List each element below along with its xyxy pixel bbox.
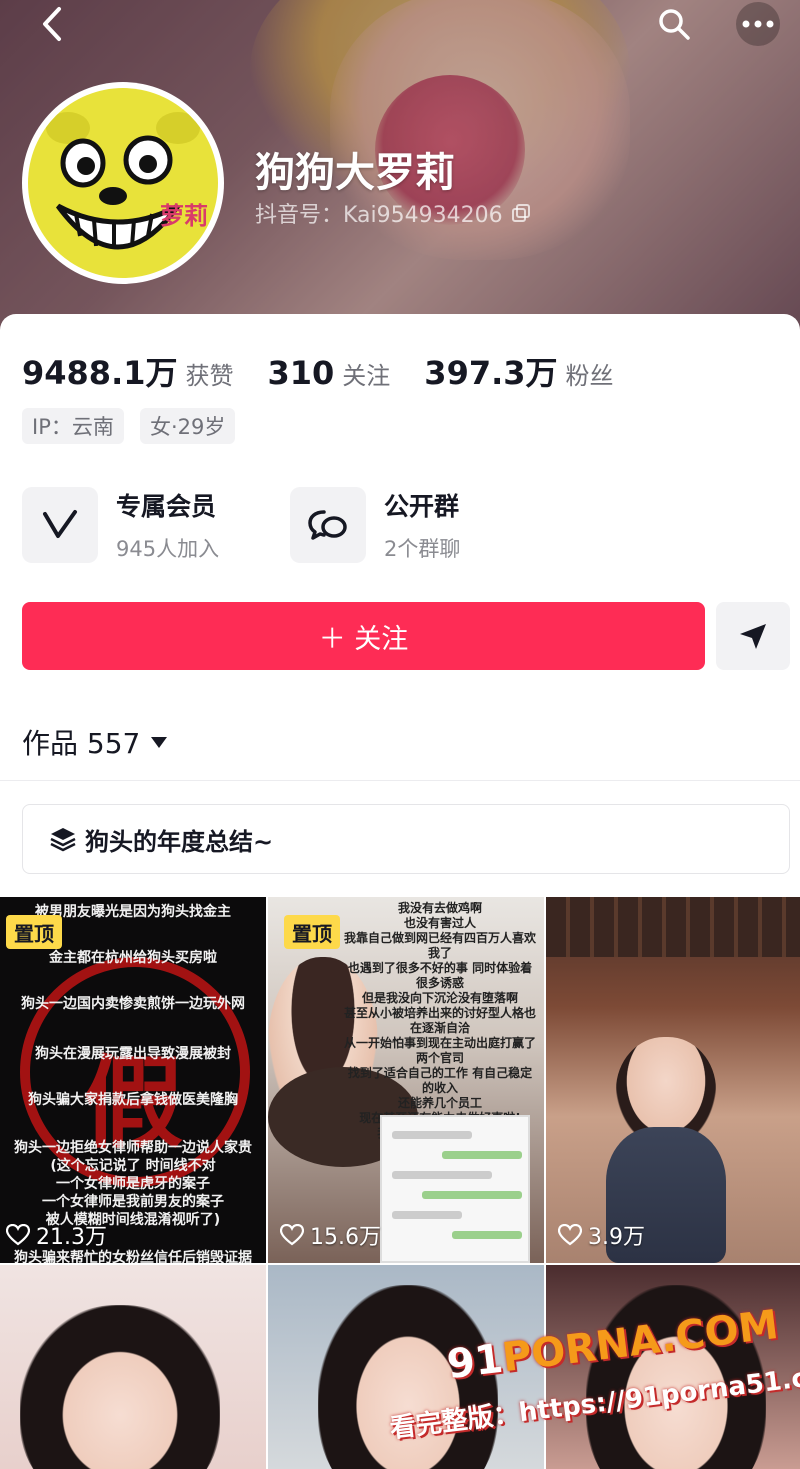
- group-sub: 2个群聊: [384, 537, 461, 561]
- wall-decor: [546, 897, 800, 957]
- stats-row: 9488.1万 获赞 310 关注 397.3万 粉丝: [22, 348, 648, 394]
- tile-caption: 我靠自己做到网已经有四百万人喜欢我了: [343, 931, 536, 960]
- group-icon-box: [290, 487, 366, 563]
- copy-icon[interactable]: [511, 203, 531, 223]
- membership-entry[interactable]: 专属会员 945人加入: [22, 486, 219, 564]
- tile-caption: 狗头一边国内卖惨卖煎饼一边玩外网: [21, 996, 245, 1012]
- works-tab[interactable]: 作品 557: [22, 722, 168, 762]
- tile-caption: 狗头一边拒绝女律师帮助一边说人家贵: [14, 1140, 252, 1156]
- membership-sub: 945人加入: [116, 537, 220, 561]
- video-tile[interactable]: 我没有去做鸡啊 也没有害过人 我靠自己做到网已经有四百万人喜欢我了 也遇到了很多…: [268, 897, 544, 1263]
- chat-bubbles-icon: [308, 510, 347, 540]
- back-button[interactable]: [30, 2, 74, 46]
- tile-caption: 也遇到了很多不好的事 同时体验着很多诱惑: [347, 961, 533, 990]
- share-button[interactable]: [716, 602, 790, 670]
- tile-caption: 一个女律师是虎牙的案子: [56, 1176, 210, 1192]
- collection-title: 狗头的年度总结~: [85, 827, 274, 856]
- tile-caption: 也没有害过人: [403, 916, 476, 930]
- following-count[interactable]: 310: [268, 354, 335, 392]
- search-icon: [659, 9, 690, 40]
- search-button[interactable]: [652, 2, 696, 46]
- tile-caption: (这个忘记说了 时间线不对: [50, 1158, 216, 1174]
- caret-down-icon: [151, 737, 168, 748]
- doge-meme-icon: [46, 112, 200, 250]
- v-icon: [43, 510, 77, 538]
- layers-icon: [50, 828, 76, 852]
- tile-caption: 从一开始怕事到现在主动出庭打赢了两个官司: [343, 1036, 536, 1065]
- avatar-tag: 萝莉: [160, 202, 208, 230]
- collection-card[interactable]: 狗头的年度总结~: [22, 804, 790, 874]
- video-tile[interactable]: 3.9万: [546, 897, 800, 1263]
- heart-icon: [6, 1224, 30, 1246]
- more-dots-icon: [742, 20, 774, 28]
- heart-icon: [280, 1224, 304, 1246]
- likes-count-text: 3.9万: [588, 1225, 645, 1250]
- tile-caption: 甚至从小被培养出来的讨好型人格也在逐渐自洽: [343, 1006, 536, 1035]
- works-label: 作品 557: [22, 727, 141, 760]
- likes-label: 获赞: [185, 362, 234, 390]
- douyin-id-text: 抖音号：Kai954934206: [255, 203, 503, 228]
- chat-screenshot: [380, 1115, 530, 1263]
- avatar[interactable]: 萝莉: [22, 82, 224, 284]
- douyin-id-row[interactable]: 抖音号：Kai954934206: [255, 197, 531, 229]
- likes-count-text: 15.6万: [310, 1225, 381, 1250]
- video-tile[interactable]: 假 被男朋友曝光是因为狗头找金主 金主都在杭州给狗头买房啦 狗头一边国内卖惨卖煎…: [0, 897, 266, 1263]
- tile-caption: 狗头在漫展玩露出导致漫展被封: [35, 1046, 231, 1062]
- likes-count[interactable]: 9488.1万: [22, 348, 178, 394]
- video-tile[interactable]: [0, 1265, 266, 1469]
- tile-caption: 找到了适合自己的工作 有自己稳定的收入: [347, 1066, 533, 1095]
- follow-button[interactable]: ＋ 关注: [22, 602, 705, 670]
- ip-location-tag: IP：云南: [22, 408, 124, 444]
- tile-likes: 15.6万: [280, 1219, 381, 1251]
- section-divider: [0, 780, 800, 781]
- person-figure: [20, 1305, 220, 1469]
- membership-icon-box: [22, 487, 98, 563]
- tile-caption-block: 我没有去做鸡啊 也没有害过人 我靠自己做到网已经有四百万人喜欢我了 也遇到了很多…: [342, 901, 538, 1141]
- tile-likes: 3.9万: [558, 1219, 645, 1251]
- tile-caption: 狗头骗大家捐款后拿钱做医美隆胸: [28, 1092, 238, 1108]
- likes-count-text: 21.3万: [36, 1225, 107, 1250]
- tile-caption: 还能养几个员工: [397, 1096, 482, 1110]
- tile-caption: 一个女律师是我前男友的案子: [42, 1194, 224, 1210]
- heart-icon: [558, 1224, 582, 1246]
- group-chat-entry[interactable]: 公开群 2个群聊: [290, 486, 460, 564]
- profile-info-panel: 9488.1万 获赞 310 关注 397.3万 粉丝 IP：云南 女·29岁 …: [0, 314, 800, 784]
- followers-count[interactable]: 397.3万: [424, 348, 557, 394]
- avatar-image: 萝莉: [28, 88, 218, 278]
- watermark-91: 91: [444, 1335, 506, 1389]
- more-button[interactable]: [736, 2, 780, 46]
- chevron-left-icon: [43, 7, 61, 41]
- followers-label: 粉丝: [565, 362, 614, 390]
- membership-title: 专属会员: [116, 492, 217, 521]
- tile-caption: 我没有去做鸡啊: [397, 901, 482, 915]
- tile-likes: 21.3万: [6, 1219, 107, 1251]
- pinned-badge: 置顶: [6, 915, 62, 949]
- following-label: 关注: [342, 362, 391, 390]
- pinned-badge: 置顶: [284, 915, 340, 949]
- send-arrow-icon: [740, 624, 766, 649]
- tile-caption: 但是我没向下沉沦没有堕落啊: [361, 991, 518, 1005]
- profile-nickname: 狗狗大罗莉: [255, 150, 455, 196]
- gender-age-tag: 女·29岁: [140, 408, 236, 444]
- group-title: 公开群: [384, 492, 460, 521]
- tile-caption: 金主都在杭州给狗头买房啦: [49, 950, 217, 966]
